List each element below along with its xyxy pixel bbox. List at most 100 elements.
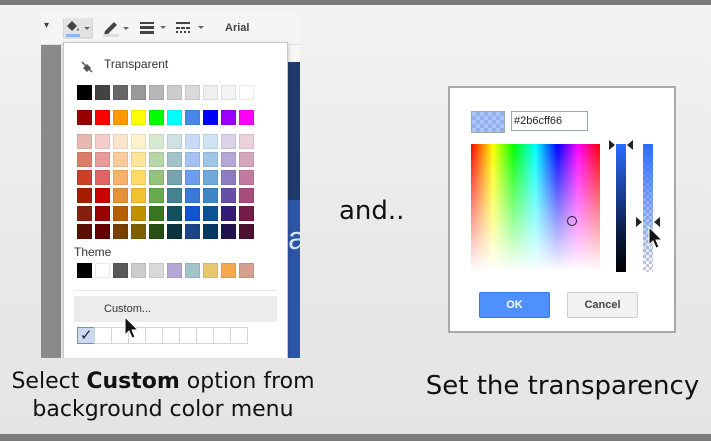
color-swatch[interactable] bbox=[239, 85, 254, 100]
color-swatch[interactable] bbox=[149, 263, 164, 278]
color-swatch[interactable] bbox=[149, 85, 164, 100]
color-swatch[interactable] bbox=[167, 224, 182, 239]
color-swatch[interactable] bbox=[221, 152, 236, 167]
color-swatch[interactable] bbox=[203, 85, 218, 100]
color-swatch[interactable] bbox=[185, 134, 200, 149]
color-swatch[interactable] bbox=[203, 188, 218, 203]
color-swatch[interactable] bbox=[167, 134, 182, 149]
color-swatch[interactable] bbox=[77, 206, 92, 221]
color-swatch[interactable] bbox=[185, 110, 200, 125]
color-swatch[interactable] bbox=[167, 110, 182, 125]
color-swatch[interactable] bbox=[113, 224, 128, 239]
color-swatch[interactable] bbox=[239, 188, 254, 203]
color-swatch[interactable] bbox=[185, 206, 200, 221]
transparency-slider[interactable] bbox=[643, 144, 653, 272]
color-swatch[interactable] bbox=[95, 170, 110, 185]
color-swatch[interactable] bbox=[239, 263, 254, 278]
color-swatch[interactable] bbox=[131, 110, 146, 125]
color-swatch[interactable] bbox=[185, 224, 200, 239]
color-swatch[interactable] bbox=[149, 206, 164, 221]
color-swatch[interactable] bbox=[95, 85, 110, 100]
color-swatch[interactable] bbox=[131, 170, 146, 185]
color-swatch[interactable] bbox=[203, 263, 218, 278]
color-swatch[interactable] bbox=[185, 170, 200, 185]
color-swatch[interactable] bbox=[203, 110, 218, 125]
custom-swatch-selected[interactable] bbox=[77, 326, 95, 344]
color-swatch[interactable] bbox=[131, 152, 146, 167]
color-swatch[interactable] bbox=[239, 170, 254, 185]
color-swatch[interactable] bbox=[203, 152, 218, 167]
color-swatch[interactable] bbox=[77, 85, 92, 100]
custom-swatch[interactable] bbox=[196, 327, 214, 344]
color-swatch[interactable] bbox=[167, 170, 182, 185]
color-swatch[interactable] bbox=[149, 152, 164, 167]
color-swatch[interactable] bbox=[113, 152, 128, 167]
color-swatch[interactable] bbox=[131, 85, 146, 100]
custom-swatch[interactable] bbox=[179, 327, 197, 344]
color-swatch[interactable] bbox=[95, 152, 110, 167]
color-swatch[interactable] bbox=[131, 263, 146, 278]
hex-input[interactable]: #2b6cff66 bbox=[511, 111, 588, 131]
custom-swatch[interactable] bbox=[145, 327, 163, 344]
color-spectrum[interactable] bbox=[471, 144, 600, 272]
color-swatch[interactable] bbox=[167, 152, 182, 167]
color-swatch[interactable] bbox=[203, 170, 218, 185]
color-swatch[interactable] bbox=[131, 188, 146, 203]
alpha-slider-marker-left[interactable] bbox=[636, 217, 642, 227]
color-swatch[interactable] bbox=[113, 188, 128, 203]
color-swatch[interactable] bbox=[221, 206, 236, 221]
color-swatch[interactable] bbox=[149, 170, 164, 185]
color-swatch[interactable] bbox=[95, 188, 110, 203]
color-swatch[interactable] bbox=[185, 263, 200, 278]
color-swatch[interactable] bbox=[203, 134, 218, 149]
custom-option[interactable]: Custom... bbox=[74, 296, 277, 322]
color-swatch[interactable] bbox=[131, 134, 146, 149]
color-swatch[interactable] bbox=[149, 134, 164, 149]
color-swatch[interactable] bbox=[221, 85, 236, 100]
color-swatch[interactable] bbox=[95, 110, 110, 125]
color-swatch[interactable] bbox=[221, 263, 236, 278]
custom-swatch[interactable] bbox=[162, 327, 180, 344]
color-swatch[interactable] bbox=[239, 134, 254, 149]
color-swatch[interactable] bbox=[95, 134, 110, 149]
hue-slider[interactable] bbox=[616, 144, 626, 272]
color-swatch[interactable] bbox=[221, 134, 236, 149]
color-swatch[interactable] bbox=[239, 110, 254, 125]
color-swatch[interactable] bbox=[77, 224, 92, 239]
color-swatch[interactable] bbox=[77, 170, 92, 185]
color-swatch[interactable] bbox=[95, 224, 110, 239]
color-swatch[interactable] bbox=[113, 263, 128, 278]
dropdown-arrow-icon[interactable]: ▾ bbox=[44, 20, 49, 36]
color-swatch[interactable] bbox=[149, 110, 164, 125]
line-color-button[interactable] bbox=[102, 19, 132, 37]
color-swatch[interactable] bbox=[239, 224, 254, 239]
line-weight-button[interactable] bbox=[139, 21, 169, 37]
fill-color-button[interactable] bbox=[63, 18, 93, 39]
color-swatch[interactable] bbox=[149, 224, 164, 239]
color-swatch[interactable] bbox=[239, 152, 254, 167]
color-swatch[interactable] bbox=[77, 152, 92, 167]
color-swatch[interactable] bbox=[95, 263, 110, 278]
color-swatch[interactable] bbox=[113, 110, 128, 125]
color-swatch[interactable] bbox=[113, 206, 128, 221]
color-swatch[interactable] bbox=[77, 263, 92, 278]
color-swatch[interactable] bbox=[95, 206, 110, 221]
custom-swatch[interactable] bbox=[94, 327, 112, 344]
font-select[interactable]: Arial bbox=[225, 22, 249, 38]
color-swatch[interactable] bbox=[167, 206, 182, 221]
cancel-button[interactable]: Cancel bbox=[567, 292, 638, 318]
color-swatch[interactable] bbox=[203, 206, 218, 221]
ok-button[interactable]: OK bbox=[479, 292, 550, 318]
color-swatch[interactable] bbox=[77, 110, 92, 125]
color-swatch[interactable] bbox=[221, 170, 236, 185]
custom-swatch[interactable] bbox=[213, 327, 231, 344]
line-dash-button[interactable] bbox=[175, 21, 207, 37]
color-swatch[interactable] bbox=[113, 170, 128, 185]
color-swatch[interactable] bbox=[77, 188, 92, 203]
color-swatch[interactable] bbox=[131, 224, 146, 239]
color-swatch[interactable] bbox=[113, 85, 128, 100]
color-swatch[interactable] bbox=[221, 224, 236, 239]
color-swatch[interactable] bbox=[203, 224, 218, 239]
transparent-option[interactable]: Transparent bbox=[104, 57, 168, 71]
color-swatch[interactable] bbox=[185, 188, 200, 203]
